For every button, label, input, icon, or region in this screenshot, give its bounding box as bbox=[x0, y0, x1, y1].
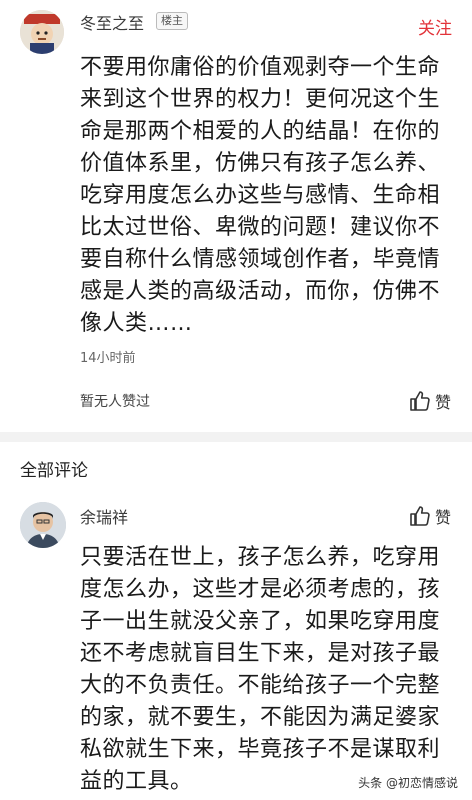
post-text-line: 价值体系里，仿佛只有孩子怎么养、 bbox=[80, 151, 441, 176]
post-like-label: 赞 bbox=[435, 393, 452, 412]
all-comments-heading: 全部评论 bbox=[20, 461, 88, 481]
post-like-button[interactable]: 赞 bbox=[408, 389, 451, 413]
comment-like-button[interactable]: 赞 bbox=[408, 504, 451, 528]
post-author-avatar[interactable] bbox=[20, 10, 64, 54]
post-timestamp: 14小时前 bbox=[80, 351, 136, 366]
watermark: 头条 @初恋情感说 bbox=[358, 774, 458, 791]
commenter-name[interactable]: 余瑞祥 bbox=[80, 504, 128, 528]
no-likes-text: 暂无人赞过 bbox=[80, 394, 150, 410]
post-text-line: 不要用你庸俗的价值观剥夺一个生命 bbox=[80, 55, 441, 80]
post-text-line: 像人类…… bbox=[80, 311, 193, 336]
thumbs-up-icon bbox=[410, 391, 430, 411]
section-divider bbox=[0, 432, 472, 442]
post-author-name[interactable]: 冬至之至 bbox=[80, 10, 144, 34]
post-text-line: 吃穿用度怎么办这些与感情、生命相 bbox=[80, 183, 441, 208]
comment-text-line: 只要活在世上，孩子怎么养，吃穿用 bbox=[80, 545, 441, 570]
post-text-line: 命是那两个相爱的人的结晶！在你的 bbox=[80, 119, 441, 144]
comment-body: 只要活在世上，孩子怎么养，吃穿用 度怎么办，这些才是必须考虑的，孩 子一出生就没父亲… bbox=[80, 542, 458, 798]
comment-text-line: 子一出生就没父亲了，如果吃穿用度 bbox=[80, 609, 441, 634]
comment-text-line: 大的不负责任。不能给孩子一个完整 bbox=[80, 673, 441, 698]
post-body: 不要用你庸俗的价值观剥夺一个生命 来到这个世界的权力！更何况这个生 命是那两个相爱的… bbox=[80, 52, 458, 340]
post-text-line: 来到这个世界的权力！更何况这个生 bbox=[80, 87, 441, 112]
commenter-avatar[interactable] bbox=[20, 502, 66, 548]
post-text-line: 比太过世俗、卑微的问题！建议你不 bbox=[80, 215, 441, 240]
comment-text-line: 度怎么办，这些才是必须考虑的，孩 bbox=[80, 577, 441, 602]
thumbs-up-icon bbox=[410, 506, 430, 526]
post-text-line: 要自称什么情感领域创作者，毕竟情 bbox=[80, 247, 441, 272]
post-text-line: 感是人类的高级活动，而你，仿佛不 bbox=[80, 279, 441, 304]
follow-button[interactable]: 关注 bbox=[418, 14, 452, 39]
watermark-text: 头条 @初恋情感说 bbox=[358, 776, 458, 790]
comment-like-label: 赞 bbox=[435, 508, 452, 527]
comment-text-line: 还不考虑就盲目生下来，是对孩子最 bbox=[80, 641, 441, 666]
comment-text-line: 私欲就生下来，毕竟孩子不是谋取利 bbox=[80, 737, 441, 762]
main-post: 冬至之至 楼主 关注 不要用你庸俗的价值观剥夺一个生命 来到这个世界的权力！更何况… bbox=[0, 0, 472, 432]
comment-text-line: 的家，就不要生，不能因为满足婆家 bbox=[80, 705, 441, 730]
author-badge: 楼主 bbox=[156, 12, 188, 30]
